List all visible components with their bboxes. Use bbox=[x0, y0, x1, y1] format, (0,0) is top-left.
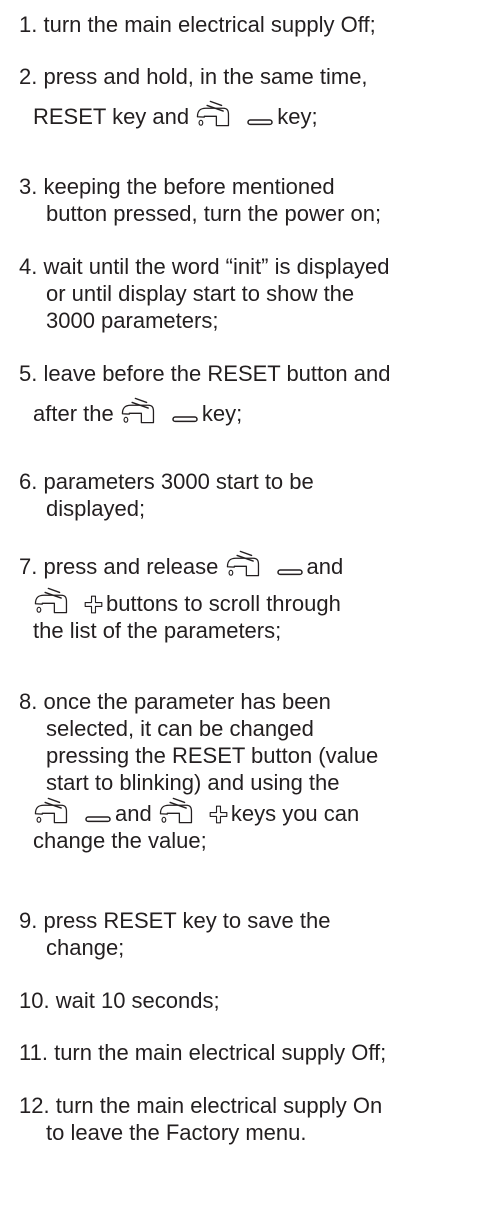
faucet-minus-icon bbox=[225, 549, 275, 578]
step-text: wait until the word “init” is displayed bbox=[43, 254, 390, 279]
step-text: 3000 parameters; bbox=[46, 308, 219, 333]
faucet-plus-icon bbox=[33, 586, 83, 615]
step-number: 6. bbox=[19, 469, 38, 494]
step-text: leave before the RESET button and bbox=[43, 361, 391, 386]
step-text: change the value; bbox=[33, 828, 207, 853]
step-text: change; bbox=[46, 935, 125, 960]
step-text: button pressed, turn the power on; bbox=[46, 201, 382, 226]
step-4: 4. wait until the word “init” is display… bbox=[19, 253, 479, 334]
step-text: parameters 3000 start to be bbox=[43, 469, 314, 494]
faucet-minus-icon bbox=[195, 99, 245, 128]
step-number: 10. bbox=[19, 988, 50, 1013]
step-text: turn the main electrical supply On bbox=[55, 1093, 383, 1118]
step-text: or until display start to show the bbox=[46, 281, 355, 306]
step-2: 2. press and hold, in the same time, RES… bbox=[19, 63, 479, 130]
step-text: key; bbox=[277, 104, 318, 129]
step-text: turn the main electrical supply Off; bbox=[43, 12, 376, 37]
step-number: 2. bbox=[19, 64, 38, 89]
faucet-minus-icon bbox=[33, 796, 83, 825]
step-number: 4. bbox=[19, 254, 38, 279]
step-text: the list of the parameters; bbox=[33, 618, 282, 643]
step-text: press and hold, in the same time, bbox=[43, 64, 368, 89]
step-text: turn the main electrical supply Off; bbox=[54, 1040, 387, 1065]
step-number: 11. bbox=[19, 1040, 48, 1065]
step-text: press RESET key to save the bbox=[43, 908, 331, 933]
minus-icon bbox=[277, 566, 303, 578]
step-12: 12. turn the main electrical supply On t… bbox=[19, 1092, 479, 1146]
step-5: 5. leave before the RESET button and aft… bbox=[19, 360, 479, 427]
step-3: 3. keeping the before mentioned button p… bbox=[19, 173, 479, 227]
step-11: 11. turn the main electrical supply Off; bbox=[19, 1039, 479, 1066]
step-text: after the bbox=[33, 401, 114, 426]
step-text: selected, it can be changed bbox=[46, 716, 314, 741]
step-7: 7. press and release and buttons to scro… bbox=[19, 549, 479, 644]
step-9: 9. press RESET key to save the change; bbox=[19, 907, 479, 961]
step-text: and bbox=[115, 801, 152, 826]
step-text: displayed; bbox=[46, 496, 146, 521]
plus-icon bbox=[209, 805, 228, 824]
step-6: 6. parameters 3000 start to be displayed… bbox=[19, 468, 479, 522]
step-text: to leave the Factory menu. bbox=[46, 1120, 307, 1145]
step-text: key; bbox=[201, 401, 243, 426]
step-number: 5. bbox=[19, 361, 38, 386]
minus-icon bbox=[247, 116, 273, 128]
step-text: once the parameter has been bbox=[43, 689, 331, 714]
step-text: pressing the RESET button (value bbox=[46, 743, 379, 768]
step-text: start to blinking) and using the bbox=[46, 770, 340, 795]
step-text: and bbox=[306, 554, 344, 579]
step-number: 8. bbox=[19, 689, 38, 714]
step-text: wait 10 seconds; bbox=[55, 988, 220, 1013]
step-number: 1. bbox=[19, 12, 38, 37]
step-10: 10. wait 10 seconds; bbox=[19, 987, 479, 1014]
minus-icon bbox=[172, 413, 198, 425]
step-text: keys you can bbox=[230, 801, 360, 826]
faucet-plus-icon bbox=[158, 796, 208, 825]
faucet-minus-icon bbox=[120, 396, 170, 425]
step-number: 12. bbox=[19, 1093, 50, 1118]
minus-icon bbox=[85, 813, 111, 825]
step-8: 8. once the parameter has been selected,… bbox=[19, 688, 479, 854]
step-text: keeping the before mentioned bbox=[43, 174, 335, 199]
step-1: 1. turn the main electrical supply Off; bbox=[19, 11, 479, 38]
step-number: 3. bbox=[19, 174, 38, 199]
step-text: press and release bbox=[43, 554, 219, 579]
plus-icon bbox=[84, 595, 103, 614]
step-number: 7. bbox=[19, 554, 38, 579]
step-text: RESET key and bbox=[33, 104, 190, 129]
step-number: 9. bbox=[19, 908, 38, 933]
step-text: buttons to scroll through bbox=[106, 591, 341, 616]
